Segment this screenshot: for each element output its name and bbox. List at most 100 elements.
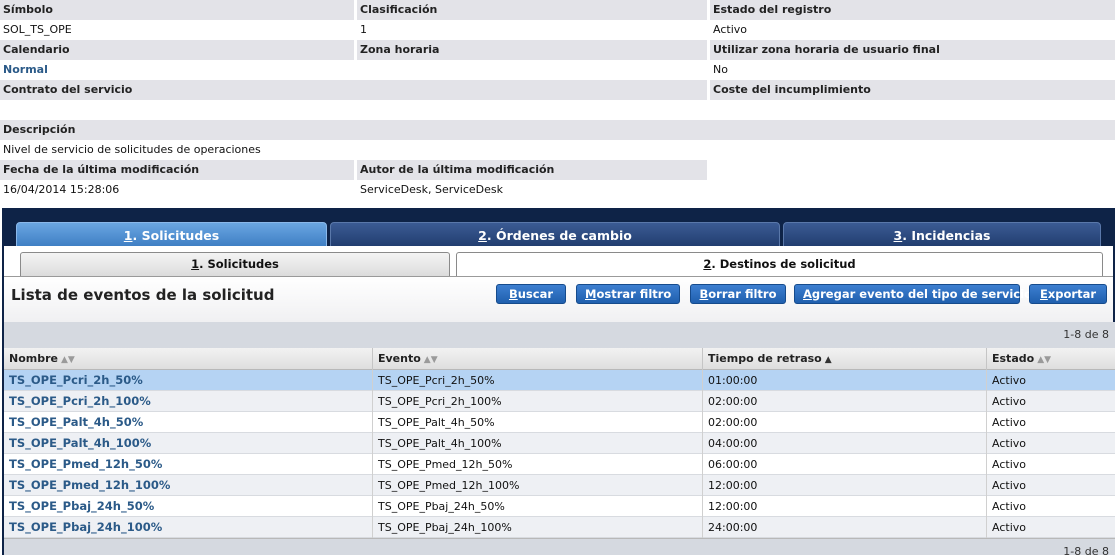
table-row[interactable]: TS_OPE_Palt_4h_100% TS_OPE_Palt_4h_100% 04… — [4, 433, 1115, 454]
autor-modificacion-label: Autor de la última modificación — [357, 160, 707, 180]
borrar-label: orrar filtro — [708, 287, 777, 301]
row-estado: Activo — [986, 412, 1115, 433]
row-tiempo-retraso: 01:00:00 — [702, 370, 986, 391]
row-tiempo-retraso: 12:00:00 — [702, 475, 986, 496]
row-estado: Activo — [986, 391, 1115, 412]
row-nombre-link[interactable]: TS_OPE_Pbaj_24h_100% — [4, 517, 372, 538]
borrar-filtro-button[interactable]: Borrar filtro — [690, 284, 786, 304]
exportar-hotkey: E — [1039, 287, 1048, 301]
sort-ascending-icon: ▲ — [824, 355, 832, 365]
coste-value — [710, 100, 1115, 120]
details-row-2-values: Normal No — [0, 60, 1115, 80]
row-evento: TS_OPE_Pbaj_24h_100% — [372, 517, 702, 538]
column-evento[interactable]: Evento ▲▼ — [372, 348, 702, 370]
pager-bottom: 1-8 de 8 — [4, 538, 1115, 555]
details-row-2-labels: Calendario Zona horaria Utilizar zona ho… — [0, 40, 1115, 60]
events-table: 1-8 de 8 Nombre ▲▼ Evento ▲▼ Tiempo de ret… — [4, 322, 1115, 555]
row-tiempo-retraso: 04:00:00 — [702, 433, 986, 454]
table-row[interactable]: TS_OPE_Pcri_2h_100% TS_OPE_Pcri_2h_100% 02… — [4, 391, 1115, 412]
column-nombre[interactable]: Nombre ▲▼ — [4, 348, 372, 370]
row-evento: TS_OPE_Pmed_12h_100% — [372, 475, 702, 496]
agregar-evento-button[interactable]: Agregar evento del tipo de servicio — [794, 284, 1032, 304]
row-tiempo-retraso: 06:00:00 — [702, 454, 986, 475]
buscar-hotkey: B — [508, 287, 518, 301]
pager-top: 1-8 de 8 — [4, 322, 1115, 348]
main-tabs: 1. Solicitudes 2. Órdenes de cambio 3. I… — [16, 222, 1101, 247]
tab-content: 1. Solicitudes 2. Destinos de solicitud … — [4, 246, 1115, 555]
contrato-value — [0, 100, 707, 120]
sort-both-icon: ▲▼ — [1037, 355, 1052, 365]
tab-ordenes-cambio[interactable]: 2. Órdenes de cambio — [330, 222, 780, 247]
row-tiempo-retraso: 24:00:00 — [702, 517, 986, 538]
column-nombre-label: Nombre — [9, 352, 58, 365]
tab-ordenes-label: . Órdenes de cambio — [486, 228, 632, 243]
row-nombre-link[interactable]: TS_OPE_Pcri_2h_50% — [4, 370, 372, 391]
column-tiempo-label: Tiempo de retraso — [708, 352, 822, 365]
details-row-4-values: Nivel de servicio de solicitudes de oper… — [0, 140, 1115, 160]
row-evento: TS_OPE_Palt_4h_50% — [372, 412, 702, 433]
descripcion-label: Descripción — [0, 120, 1115, 140]
column-estado-label: Estado — [992, 352, 1035, 365]
details-row-5-values: 16/04/2014 15:28:06 ServiceDesk, Service… — [0, 180, 1115, 200]
sub-tabs: 1. Solicitudes 2. Destinos de solicitud — [18, 252, 1103, 276]
sort-both-icon: ▲▼ — [423, 355, 438, 365]
row-nombre-link[interactable]: TS_OPE_Pmed_12h_50% — [4, 454, 372, 475]
tab-incidencias[interactable]: 3. Incidencias — [783, 222, 1101, 247]
agregar-hotkey: A — [803, 287, 812, 301]
fecha-modificacion-value: 16/04/2014 15:28:06 — [0, 180, 354, 200]
subtab-solicitudes-number: 1 — [191, 257, 200, 271]
table-row[interactable]: TS_OPE_Pbaj_24h_50% TS_OPE_Pbaj_24h_50% 12… — [4, 496, 1115, 517]
tab-solicitudes-label: . Solicitudes — [132, 228, 220, 243]
details-row-1-values: SOL_TS_OPE 1 Activo — [0, 20, 1115, 40]
tab-solicitudes[interactable]: 1. Solicitudes — [16, 222, 327, 247]
table-header: Nombre ▲▼ Evento ▲▼ Tiempo de retraso ▲ Est… — [4, 348, 1115, 370]
details-row-1-labels: Símbolo Clasificación Estado del registr… — [0, 0, 1115, 20]
row-tiempo-retraso: 12:00:00 — [702, 496, 986, 517]
subtab-solicitudes[interactable]: 1. Solicitudes — [20, 252, 450, 276]
row-nombre-link[interactable]: TS_OPE_Pcri_2h_100% — [4, 391, 372, 412]
details-row-3-labels: Contrato del servicio Coste del incumpli… — [0, 80, 1115, 100]
clasificacion-label: Clasificación — [357, 0, 707, 20]
row-evento: TS_OPE_Pbaj_24h_50% — [372, 496, 702, 517]
borrar-hotkey: B — [699, 287, 709, 301]
buscar-button[interactable]: Buscar — [496, 284, 566, 304]
table-row[interactable]: TS_OPE_Pmed_12h_50% TS_OPE_Pmed_12h_50% 06… — [4, 454, 1115, 475]
table-row[interactable]: TS_OPE_Pbaj_24h_100% TS_OPE_Pbaj_24h_100%… — [4, 517, 1115, 538]
exportar-label: xportar — [1047, 287, 1096, 301]
row-nombre-link[interactable]: TS_OPE_Palt_4h_50% — [4, 412, 372, 433]
list-toolbar: Lista de eventos de la solicitud Buscar … — [4, 276, 1113, 322]
row-nombre-link[interactable]: TS_OPE_Pmed_12h_100% — [4, 475, 372, 496]
tab-incidencias-label: . Incidencias — [902, 228, 991, 243]
row-estado: Activo — [986, 454, 1115, 475]
row-evento: TS_OPE_Pcri_2h_100% — [372, 391, 702, 412]
row-estado: Activo — [986, 370, 1115, 391]
tab-solicitudes-number: 1 — [123, 228, 133, 243]
table-row[interactable]: TS_OPE_Palt_4h_50% TS_OPE_Palt_4h_50% 02:0… — [4, 412, 1115, 433]
agregar-label: gregar evento del tipo de servicio — [811, 287, 1032, 301]
row-estado: Activo — [986, 433, 1115, 454]
subtab-destinos-label: . Destinos de solicitud — [711, 257, 856, 271]
utilizar-zona-label: Utilizar zona horaria de usuario final — [710, 40, 1115, 60]
table-row[interactable]: TS_OPE_Pmed_12h_100% TS_OPE_Pmed_12h_100%… — [4, 475, 1115, 496]
calendario-link[interactable]: Normal — [0, 60, 354, 80]
mostrar-hotkey: M — [585, 287, 597, 301]
simbolo-label: Símbolo — [0, 0, 354, 20]
table-row[interactable]: TS_OPE_Pcri_2h_50% TS_OPE_Pcri_2h_50% 01:0… — [4, 370, 1115, 391]
row-evento: TS_OPE_Palt_4h_100% — [372, 433, 702, 454]
column-tiempo-retraso[interactable]: Tiempo de retraso ▲ — [702, 348, 986, 370]
row-tiempo-retraso: 02:00:00 — [702, 412, 986, 433]
simbolo-value: SOL_TS_OPE — [0, 20, 354, 40]
clasificacion-value: 1 — [357, 20, 707, 40]
exportar-button[interactable]: Exportar — [1029, 284, 1107, 304]
subtab-destinos-solicitud[interactable]: 2. Destinos de solicitud — [456, 252, 1103, 276]
contrato-label: Contrato del servicio — [0, 80, 707, 100]
row-estado: Activo — [986, 517, 1115, 538]
mostrar-filtro-button[interactable]: Mostrar filtro — [576, 284, 680, 304]
column-estado[interactable]: Estado ▲▼ — [986, 348, 1115, 370]
details-row-3-values — [0, 100, 1115, 120]
subtab-solicitudes-label: . Solicitudes — [199, 257, 279, 271]
buscar-label: uscar — [517, 287, 554, 301]
row-nombre-link[interactable]: TS_OPE_Pbaj_24h_50% — [4, 496, 372, 517]
table-body: TS_OPE_Pcri_2h_50% TS_OPE_Pcri_2h_50% 01:0… — [4, 370, 1115, 538]
row-nombre-link[interactable]: TS_OPE_Palt_4h_100% — [4, 433, 372, 454]
